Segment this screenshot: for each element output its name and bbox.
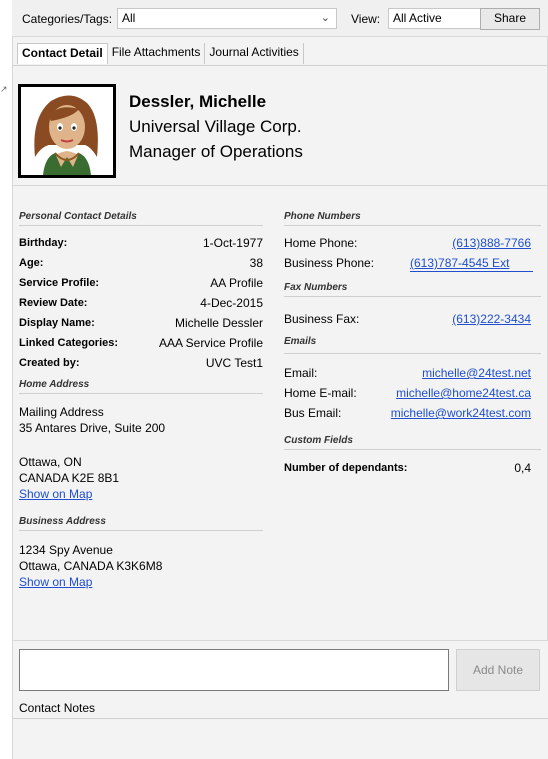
review-date-value: 4-Dec-2015: [200, 296, 263, 310]
note-input[interactable]: [19, 649, 449, 691]
home-phone-label: Home Phone:: [284, 236, 358, 250]
fax-numbers-heading: Fax Numbers: [284, 282, 348, 293]
home-show-on-map-link[interactable]: Show on Map: [19, 487, 92, 502]
contact-header: Dessler, Michelle Universal Village Corp…: [13, 65, 547, 186]
divider: [284, 449, 541, 450]
personal-details-heading: Personal Contact Details: [19, 211, 137, 222]
divider: [19, 225, 263, 226]
chevron-down-icon: ⌄: [320, 12, 330, 24]
view-select-value: All Active: [393, 11, 442, 25]
avatar-portrait-icon: [21, 87, 113, 175]
contact-notes-label: Contact Notes: [19, 701, 96, 715]
bus-email-link[interactable]: michelle@work24test.com: [363, 406, 531, 420]
divider: [19, 393, 263, 394]
home-email-link[interactable]: michelle@home24test.ca: [363, 386, 531, 400]
divider: [284, 296, 541, 297]
home-address-line1: Mailing Address: [19, 405, 104, 419]
business-address-heading: Business Address: [19, 516, 106, 527]
age-value: 38: [249, 256, 263, 270]
home-address-line4: CANADA K2E 8B1: [19, 471, 120, 485]
view-label: View:: [351, 12, 381, 26]
toolbar: Categories/Tags: All ⌄ View: All Active …: [12, 0, 548, 36]
categories-select-value: All: [122, 11, 136, 25]
dependants-value: 0,4: [514, 461, 531, 475]
home-phone-link[interactable]: (613)888-7766: [401, 236, 531, 250]
divider: [284, 225, 541, 226]
business-fax-link[interactable]: (613)222-3434: [401, 312, 531, 326]
tab-file-attachments[interactable]: File Attachments: [108, 43, 206, 64]
created-by-label: Created by:: [19, 357, 80, 369]
business-show-on-map-link[interactable]: Show on Map: [19, 575, 92, 590]
add-note-button[interactable]: Add Note: [456, 649, 540, 691]
contact-job-title: Manager of Operations: [129, 142, 303, 161]
business-phone-underline: [410, 271, 533, 272]
bus-email-label: Bus Email:: [284, 406, 342, 420]
tab-bar: Contact Detail File Attachments Journal …: [17, 43, 304, 65]
review-date-label: Review Date:: [19, 297, 88, 309]
categories-select[interactable]: All ⌄: [117, 8, 337, 29]
divider: [284, 353, 541, 354]
service-profile-value: AA Profile: [210, 276, 263, 290]
birthday-value: 1-Oct-1977: [202, 236, 263, 250]
linked-categories-value: AAA Service Profile: [158, 336, 263, 350]
tab-journal-activities[interactable]: Journal Activities: [205, 43, 304, 64]
email-link[interactable]: michelle@24test.net: [363, 366, 531, 380]
custom-fields-heading: Custom Fields: [284, 435, 353, 446]
birthday-label: Birthday:: [19, 237, 68, 249]
emails-heading: Emails: [284, 336, 317, 347]
business-address-line1: 1234 Spy Avenue: [19, 543, 113, 557]
tab-contact-detail[interactable]: Contact Detail: [17, 43, 108, 64]
home-email-label: Home E-mail:: [284, 386, 357, 400]
categories-label: Categories/Tags:: [22, 12, 113, 26]
contact-detail-panel: Contact Detail File Attachments Journal …: [12, 36, 548, 641]
service-profile-label: Service Profile:: [19, 277, 100, 289]
divider: [13, 718, 548, 719]
home-address-heading: Home Address: [19, 379, 90, 390]
created-by-value: UVC Test1: [205, 356, 263, 370]
age-label: Age:: [19, 257, 44, 269]
phone-numbers-heading: Phone Numbers: [284, 211, 361, 222]
divider: [19, 530, 263, 531]
contact-company: Universal Village Corp.: [129, 117, 302, 136]
linked-categories-label: Linked Categories:: [19, 337, 119, 349]
business-fax-label: Business Fax:: [284, 312, 360, 326]
avatar: [18, 84, 116, 178]
home-address-line3: Ottawa, ON: [19, 455, 82, 469]
display-name-value: Michelle Dessler: [174, 316, 263, 330]
expand-arrow-icon[interactable]: ↗: [0, 84, 8, 95]
email-label: Email:: [284, 366, 318, 380]
display-name-label: Display Name:: [19, 317, 95, 329]
business-phone-label: Business Phone:: [284, 256, 375, 270]
share-button[interactable]: Share: [480, 8, 540, 30]
business-phone-link[interactable]: (613)787-4545 Ext: [410, 256, 509, 271]
business-address-line2: Ottawa, CANADA K3K6M8: [19, 559, 163, 573]
home-address-line2: 35 Antares Drive, Suite 200: [19, 421, 166, 435]
notes-area: Add Note Contact Notes: [12, 641, 548, 759]
contact-name: Dessler, Michelle: [129, 92, 267, 111]
dependants-label: Number of dependants:: [284, 462, 408, 474]
